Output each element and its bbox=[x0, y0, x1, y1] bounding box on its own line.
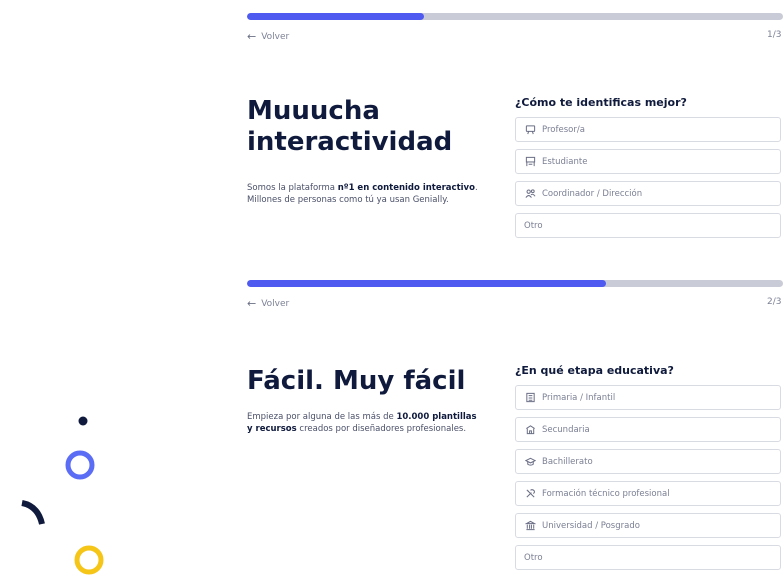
deco-yellow-ring bbox=[74, 545, 104, 575]
option-universidad[interactable]: Universidad / Posgrado bbox=[515, 513, 781, 538]
option-estudiante[interactable]: Estudiante bbox=[515, 149, 781, 174]
option-label: Coordinador / Dirección bbox=[542, 188, 643, 199]
desc-text: Somos la plataforma bbox=[247, 183, 338, 193]
option-bachillerato[interactable]: Bachillerato bbox=[515, 449, 781, 474]
page-title-step-2: Fácil. Muy fácil bbox=[247, 366, 466, 396]
option-profesor[interactable]: Profesor/a bbox=[515, 117, 781, 142]
desc-text: Empieza por alguna de las más de bbox=[247, 412, 397, 422]
option-otro-step-1[interactable]: Otro bbox=[515, 213, 781, 238]
option-label: Estudiante bbox=[542, 156, 588, 167]
option-label: Secundaria bbox=[542, 424, 590, 435]
desc-text-2: creados por diseñadores profesionales. bbox=[296, 424, 467, 434]
description-step-2: Empieza por alguna de las más de 10.000 … bbox=[247, 411, 512, 435]
desc-highlight-2: y recursos bbox=[247, 424, 297, 434]
page-title-step-1: Muuucha interactividad bbox=[247, 96, 452, 158]
back-label: Volver bbox=[261, 298, 290, 309]
option-label: Primaria / Infantil bbox=[542, 392, 616, 403]
heading-line-1: Muuucha bbox=[247, 96, 380, 126]
question-identity: ¿Cómo te identificas mejor? bbox=[515, 96, 687, 109]
decorative-shapes bbox=[21, 416, 104, 575]
option-otro-step-2[interactable]: Otro bbox=[515, 545, 781, 570]
student-desk-icon bbox=[524, 156, 536, 168]
step-counter-1: 1/3 bbox=[767, 30, 782, 40]
school-icon bbox=[524, 424, 536, 436]
progress-fill-step-2 bbox=[247, 280, 607, 287]
desc-line-2: Millones de personas como tú ya usan Gen… bbox=[247, 195, 449, 205]
option-label: Otro bbox=[524, 552, 543, 563]
option-secundaria[interactable]: Secundaria bbox=[515, 417, 781, 442]
progress-bar-step-1 bbox=[247, 13, 783, 20]
arrow-left-icon: ← bbox=[247, 297, 257, 310]
description-step-1: Somos la plataforma nº1 en contenido int… bbox=[247, 182, 507, 206]
option-label: Universidad / Posgrado bbox=[542, 520, 640, 531]
deco-dark-arc bbox=[21, 500, 45, 525]
deco-blue-ring bbox=[65, 450, 95, 480]
progress-bar-step-2 bbox=[247, 280, 783, 287]
arrow-left-icon: ← bbox=[247, 30, 257, 43]
option-label: Otro bbox=[524, 220, 543, 231]
option-formacion-tecnica[interactable]: Formación técnico profesional bbox=[515, 481, 781, 506]
desc-text-end: . bbox=[474, 183, 478, 193]
heading-line-2: interactividad bbox=[247, 127, 453, 158]
graduation-cap-icon bbox=[524, 456, 536, 468]
option-primaria[interactable]: Primaria / Infantil bbox=[515, 385, 781, 410]
option-label: Formación técnico profesional bbox=[542, 488, 670, 499]
building-blocks-icon bbox=[524, 392, 536, 404]
back-link-step-2[interactable]: ← Volver bbox=[247, 297, 289, 310]
back-label: Volver bbox=[261, 31, 290, 42]
deco-dot bbox=[78, 416, 88, 426]
back-link-step-1[interactable]: ← Volver bbox=[247, 30, 289, 43]
tools-icon bbox=[524, 488, 536, 500]
progress-fill-step-1 bbox=[247, 13, 424, 20]
step-counter-2: 2/3 bbox=[767, 297, 782, 307]
people-icon bbox=[524, 188, 536, 200]
presentation-board-icon bbox=[524, 124, 536, 136]
desc-highlight: nº1 en contenido interactivo bbox=[337, 183, 475, 193]
question-stage: ¿En qué etapa educativa? bbox=[515, 364, 674, 377]
option-label: Profesor/a bbox=[542, 124, 585, 135]
option-coordinador[interactable]: Coordinador / Dirección bbox=[515, 181, 781, 206]
desc-highlight: 10.000 plantillas bbox=[396, 412, 477, 422]
option-label: Bachillerato bbox=[542, 456, 593, 467]
university-icon bbox=[524, 520, 536, 532]
